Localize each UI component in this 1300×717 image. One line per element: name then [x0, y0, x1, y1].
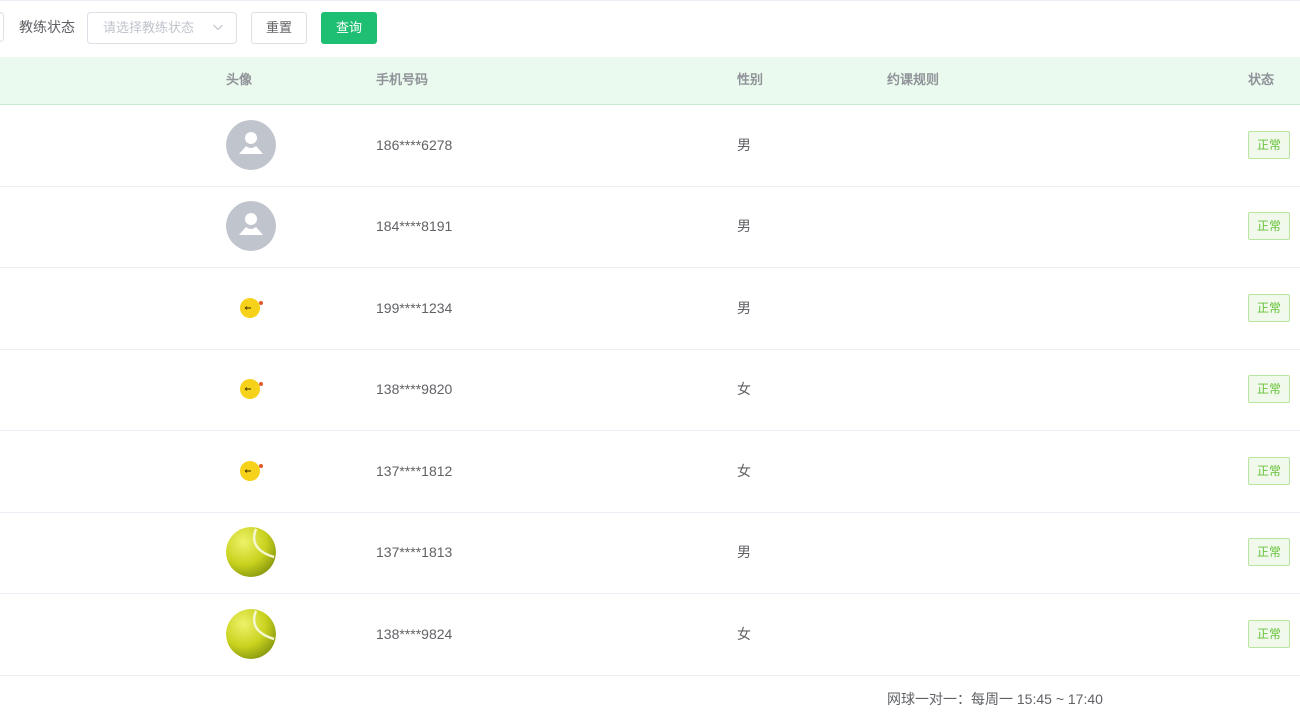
table-row: 199****1234 男 正常 — [0, 268, 1300, 350]
phone-cell: 138****9820 — [376, 381, 453, 397]
coach-status-select[interactable]: 请选择教练状态 — [87, 12, 237, 44]
gender-cell: 男 — [737, 544, 751, 560]
phone-cell: 137****1813 — [376, 544, 453, 560]
status-badge: 正常 — [1248, 538, 1290, 566]
gender-cell: 女 — [737, 463, 751, 479]
table-row: 184****8191 男 正常 — [0, 186, 1300, 268]
column-header-status: 状态 — [1248, 72, 1275, 87]
previous-filter-input[interactable] — [0, 12, 4, 42]
reset-button[interactable]: 重置 — [251, 12, 307, 44]
status-badge: 正常 — [1248, 620, 1290, 648]
booking-rule-text: 网球一对一：每周一 15:45 ~ 17:40 — [887, 691, 1103, 707]
column-header-rules: 约课规则 — [887, 72, 940, 87]
table-row: 138****9824 女 正常 — [0, 594, 1300, 676]
coach-status-placeholder: 请选择教练状态 — [103, 20, 195, 35]
gender-cell: 男 — [737, 218, 751, 234]
table-header: 头像 手机号码 性别 约课规则 状态 — [0, 57, 1300, 105]
column-header-gender: 性别 — [737, 72, 764, 87]
column-header-phone: 手机号码 — [376, 72, 429, 87]
gender-cell: 女 — [737, 381, 751, 397]
status-badge: 正常 — [1248, 457, 1290, 485]
phone-cell: 199****1234 — [376, 300, 453, 316]
column-header-avatar: 头像 — [226, 72, 253, 87]
tennis-ball-avatar-icon — [226, 609, 276, 659]
table-row: 137****1813 男 正常 — [0, 512, 1300, 594]
status-badge: 正常 — [1248, 375, 1290, 403]
table-row: 137****1812 女 正常 — [0, 431, 1300, 513]
tennis-ball-avatar-icon — [226, 527, 276, 577]
phone-cell: 138****9824 — [376, 626, 453, 642]
status-badge: 正常 — [1248, 212, 1290, 240]
coach-status-label: 教练状态 — [19, 19, 75, 35]
default-user-avatar-icon — [226, 120, 276, 170]
gender-cell: 男 — [737, 300, 751, 316]
gender-cell: 男 — [737, 137, 751, 153]
phone-cell: 184****8191 — [376, 218, 453, 234]
query-button[interactable]: 查询 — [321, 12, 377, 44]
phone-cell: 186****6278 — [376, 137, 453, 153]
status-badge: 正常 — [1248, 131, 1290, 159]
status-badge: 正常 — [1248, 294, 1290, 322]
gender-cell: 女 — [737, 626, 751, 642]
chevron-down-icon — [213, 24, 223, 31]
yellow-chick-avatar-icon — [226, 364, 276, 414]
phone-cell: 137****1812 — [376, 463, 453, 479]
yellow-chick-avatar-icon — [226, 446, 276, 496]
filter-bar: 教练状态 请选择教练状态 重置 查询 — [0, 0, 1300, 56]
yellow-chick-avatar-icon — [226, 283, 276, 333]
default-user-avatar-icon — [226, 201, 276, 251]
table-row: 138****9820 女 正常 — [0, 349, 1300, 431]
table-row: 186****6278 男 正常 — [0, 105, 1300, 187]
